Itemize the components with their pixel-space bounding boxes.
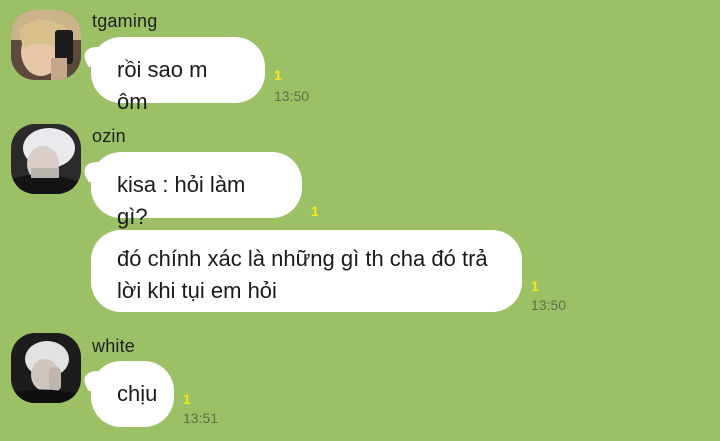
message-text: đó chính xác là những gì th cha đó trả l… xyxy=(117,246,488,303)
message-text: kisa : hỏi làm gì? xyxy=(117,172,246,229)
message-bubble[interactable]: đó chính xác là những gì th cha đó trả l… xyxy=(91,230,522,312)
avatar-tgaming[interactable] xyxy=(11,10,81,80)
sender-name: tgaming xyxy=(92,11,158,31)
message-text: rồi sao m ôm xyxy=(117,57,208,114)
message-bubble[interactable]: rồi sao m ôm xyxy=(91,37,265,114)
message-time: 13:50 xyxy=(274,88,310,104)
avatar-white[interactable] xyxy=(11,333,81,403)
message-bubble[interactable]: kisa : hỏi làm gì? xyxy=(91,152,302,229)
message-bubble[interactable]: chịu xyxy=(91,361,174,427)
message-time: 13:51 xyxy=(183,410,219,426)
sender-name: ozin xyxy=(92,126,126,146)
read-count: 1 xyxy=(531,278,539,294)
avatar-ozin[interactable] xyxy=(11,124,81,194)
profile-photo-icon xyxy=(11,124,81,194)
read-count: 1 xyxy=(311,203,319,219)
profile-photo-icon xyxy=(11,10,81,80)
read-count: 1 xyxy=(274,67,282,83)
message-time: 13:50 xyxy=(531,297,567,313)
message-text: chịu xyxy=(117,381,158,406)
profile-photo-icon xyxy=(11,333,81,403)
read-count: 1 xyxy=(183,391,191,407)
sender-name: white xyxy=(92,336,136,356)
